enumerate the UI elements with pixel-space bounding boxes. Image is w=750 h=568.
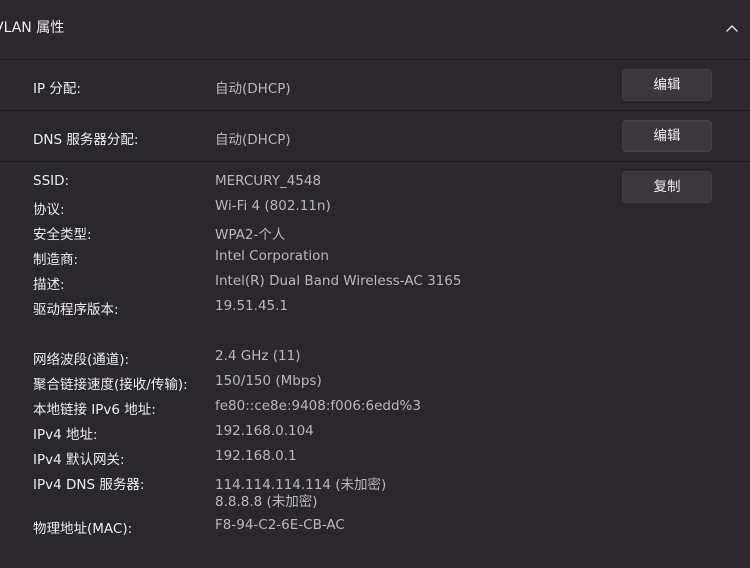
- prop-label: IPv4 地址:: [33, 427, 98, 443]
- prop-value: Intel Corporation: [215, 248, 329, 264]
- prop-label: IPv4 DNS 服务器:: [33, 477, 145, 493]
- prop-value: 2.4 GHz (11): [215, 348, 301, 364]
- prop-value: 19.51.45.1: [215, 298, 288, 314]
- prop-value: Intel(R) Dual Band Wireless-AC 3165: [215, 273, 462, 289]
- prop-value: 192.168.0.1: [215, 448, 297, 464]
- ip-assignment-label: IP 分配:: [33, 81, 81, 97]
- copy-button[interactable]: 复制: [622, 171, 712, 203]
- prop-value: fe80::ce8e:9408:f006:6edd%3: [215, 398, 421, 414]
- prop-label: 安全类型:: [33, 227, 92, 243]
- prop-value: Wi-Fi 4 (802.11n): [215, 198, 331, 214]
- prop-label: 描述:: [33, 277, 65, 293]
- dns-assignment-label: DNS 服务器分配:: [33, 132, 139, 148]
- prop-label: 物理地址(MAC):: [33, 521, 133, 537]
- prop-label: 本地链接 IPv6 地址:: [33, 402, 156, 418]
- prop-label: 协议:: [33, 202, 65, 218]
- ip-assignment-row: IP 分配: 自动(DHCP) 编辑: [0, 60, 750, 111]
- wlan-properties-panel: VLAN 属性 IP 分配: 自动(DHCP) 编辑 DNS 服务器分配: 自动…: [0, 0, 750, 568]
- prop-value: MERCURY_4548: [215, 173, 322, 189]
- chevron-up-icon[interactable]: [722, 18, 742, 38]
- dns-assignment-value: 自动(DHCP): [215, 132, 291, 148]
- edit-ip-button[interactable]: 编辑: [622, 69, 712, 101]
- prop-label: 网络波段(通道):: [33, 352, 130, 368]
- prop-label: 制造商:: [33, 252, 79, 268]
- prop-label: IPv4 默认网关:: [33, 452, 125, 468]
- section-title: VLAN 属性: [0, 20, 65, 36]
- network-details: 复制 SSID: MERCURY_4548 协议: Wi-Fi 4 (802.1…: [0, 163, 750, 568]
- prop-label: SSID:: [33, 173, 70, 189]
- section-header[interactable]: VLAN 属性: [0, 0, 750, 60]
- prop-value-secondary: 8.8.8.8 (未加密): [215, 494, 318, 510]
- prop-value: WPA2-个人: [215, 227, 286, 243]
- prop-value: 150/150 (Mbps): [215, 373, 322, 389]
- prop-value: 192.168.0.104: [215, 423, 314, 439]
- prop-label: 聚合链接速度(接收/传输):: [33, 377, 188, 393]
- dns-assignment-row: DNS 服务器分配: 自动(DHCP) 编辑: [0, 111, 750, 162]
- prop-label: 驱动程序版本:: [33, 302, 119, 318]
- edit-dns-button[interactable]: 编辑: [622, 120, 712, 152]
- prop-value: F8-94-C2-6E-CB-AC: [215, 517, 345, 533]
- ip-assignment-value: 自动(DHCP): [215, 81, 291, 97]
